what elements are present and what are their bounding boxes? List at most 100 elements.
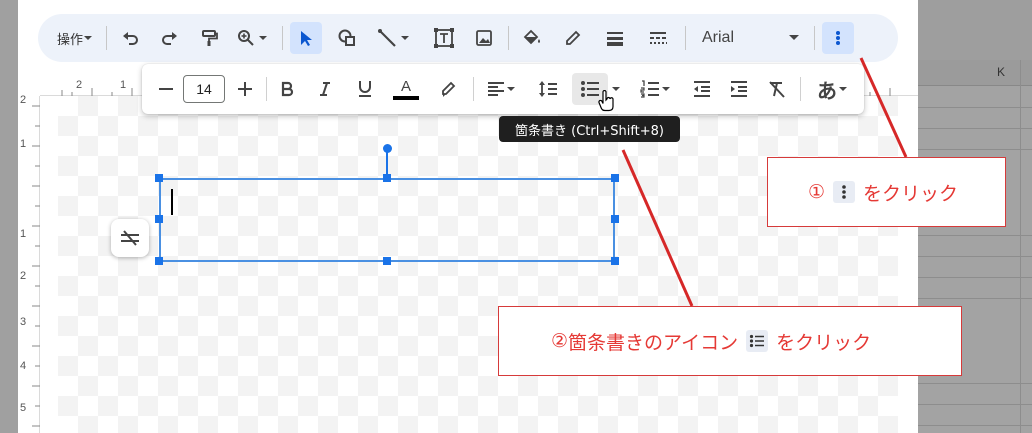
font-family-value: Arial bbox=[702, 29, 735, 46]
resize-handle[interactable] bbox=[383, 174, 391, 182]
resize-handle[interactable] bbox=[155, 174, 163, 182]
underline-button[interactable] bbox=[351, 73, 379, 105]
grid-line bbox=[918, 235, 1032, 236]
grid-line bbox=[918, 404, 1032, 405]
ruler-label: 2 bbox=[20, 270, 27, 282]
grid-line bbox=[918, 383, 1032, 384]
ruler-label: 3 bbox=[20, 316, 27, 328]
spreadsheet-background bbox=[918, 60, 1032, 433]
border-dash-icon bbox=[650, 32, 667, 44]
line-tool-button[interactable] bbox=[368, 22, 420, 54]
clear-formatting-button[interactable] bbox=[763, 73, 791, 105]
shapes-icon bbox=[338, 29, 355, 46]
increase-indent-button[interactable] bbox=[725, 73, 753, 105]
select-tool-button[interactable] bbox=[290, 22, 322, 54]
cursor-arrow-icon bbox=[301, 31, 312, 46]
text-cursor bbox=[171, 189, 173, 215]
fill-color-button[interactable] bbox=[518, 22, 546, 54]
toolbar-separator bbox=[266, 77, 267, 101]
step2-text: 箇条書きのアイコン bbox=[568, 331, 739, 354]
resize-handle[interactable] bbox=[155, 215, 163, 223]
increase-font-size-button[interactable] bbox=[231, 73, 259, 105]
caret-down-icon bbox=[662, 87, 670, 91]
text-format-toolbar: 14 A あ bbox=[142, 64, 864, 114]
caret-down-icon bbox=[507, 87, 515, 91]
more-vert-icon bbox=[836, 31, 840, 45]
bulleted-list-icon bbox=[746, 330, 769, 352]
text-style-button[interactable]: あ bbox=[810, 73, 856, 105]
grid-line bbox=[1020, 60, 1021, 433]
decrease-font-size-button[interactable] bbox=[152, 73, 180, 105]
caret-down-icon bbox=[259, 36, 267, 40]
underline-icon bbox=[359, 81, 371, 97]
paint-format-button[interactable] bbox=[195, 22, 223, 54]
vertical-ruler: 2 1 1 2 3 4 5 bbox=[18, 94, 40, 433]
ruler-label: 1 bbox=[20, 138, 27, 150]
text-box[interactable] bbox=[159, 178, 615, 262]
resize-handle[interactable] bbox=[155, 257, 163, 265]
bold-button[interactable] bbox=[273, 73, 301, 105]
indent-increase-icon bbox=[731, 81, 747, 97]
ruler-label: 1 bbox=[20, 228, 27, 240]
shape-tool-button[interactable] bbox=[333, 22, 361, 54]
dialog-left-edge bbox=[0, 0, 18, 433]
actions-menu-button[interactable]: 操作 bbox=[50, 22, 100, 54]
more-options-button[interactable] bbox=[822, 22, 854, 54]
annotation-callout-step1: ① をクリック bbox=[767, 157, 1006, 227]
caret-down-icon bbox=[789, 35, 799, 40]
grid-line bbox=[918, 107, 1032, 108]
resize-handle[interactable] bbox=[611, 257, 619, 265]
grid-line bbox=[918, 128, 1032, 129]
toolbar-separator bbox=[685, 26, 686, 50]
font-size-input[interactable]: 14 bbox=[183, 75, 225, 103]
resize-handle[interactable] bbox=[611, 174, 619, 182]
numbered-list-button[interactable] bbox=[634, 73, 678, 105]
hand-pointer-icon bbox=[598, 90, 614, 112]
highlight-color-button[interactable] bbox=[434, 73, 462, 105]
ruler-label: 2 bbox=[20, 94, 27, 106]
text-color-button[interactable]: A bbox=[392, 73, 420, 105]
resize-handle[interactable] bbox=[611, 215, 619, 223]
caret-down-icon bbox=[401, 36, 409, 40]
text-box-icon bbox=[434, 28, 454, 48]
line-spacing-icon bbox=[539, 81, 557, 97]
rotation-handle[interactable] bbox=[383, 144, 392, 153]
column-label-k: K bbox=[997, 65, 1006, 79]
italic-icon bbox=[320, 82, 330, 96]
align-button[interactable] bbox=[480, 73, 524, 105]
line-icon bbox=[378, 29, 396, 47]
toolbar-separator bbox=[814, 26, 815, 50]
decrease-indent-button[interactable] bbox=[688, 73, 716, 105]
step1-text: をクリック bbox=[863, 182, 959, 205]
redo-button[interactable] bbox=[156, 22, 184, 54]
border-color-button[interactable] bbox=[559, 22, 587, 54]
toolbar-separator bbox=[473, 77, 474, 101]
indent-decrease-icon bbox=[694, 81, 710, 97]
drawing-canvas[interactable] bbox=[58, 96, 898, 433]
zoom-button[interactable] bbox=[230, 22, 276, 54]
more-vert-icon bbox=[833, 181, 856, 203]
italic-button[interactable] bbox=[311, 73, 339, 105]
toolbar-separator bbox=[106, 26, 107, 50]
toolbar-separator bbox=[800, 77, 801, 101]
line-spacing-button[interactable] bbox=[534, 73, 562, 105]
caret-down-icon bbox=[839, 87, 847, 91]
text-box-button[interactable] bbox=[430, 22, 458, 54]
border-dash-button[interactable] bbox=[644, 22, 672, 54]
step2-number: ② bbox=[551, 330, 569, 352]
font-family-select[interactable]: Arial bbox=[696, 22, 806, 54]
ruler-label: 1 bbox=[120, 79, 127, 91]
image-button[interactable] bbox=[470, 22, 498, 54]
actions-label: 操作 bbox=[56, 32, 83, 48]
grid-line bbox=[918, 256, 1032, 257]
undo-icon bbox=[123, 32, 138, 45]
grid-line bbox=[918, 425, 1032, 426]
resize-handle[interactable] bbox=[383, 257, 391, 265]
undo-button[interactable] bbox=[116, 22, 144, 54]
caret-down-icon bbox=[84, 36, 92, 40]
border-weight-button[interactable] bbox=[601, 22, 629, 54]
bold-icon bbox=[281, 81, 294, 97]
wrap-toggle-button[interactable] bbox=[111, 219, 149, 257]
highlighter-icon bbox=[442, 81, 456, 97]
redo-icon bbox=[162, 32, 177, 45]
